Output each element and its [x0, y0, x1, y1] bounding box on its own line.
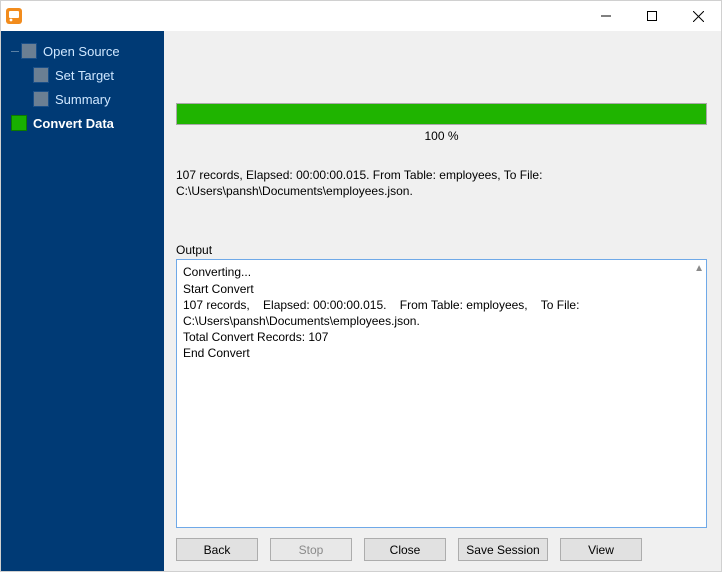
- sidebar-item-summary[interactable]: Summary: [1, 87, 164, 111]
- sidebar-item-convert-data[interactable]: Convert Data: [1, 111, 164, 135]
- status-text: 107 records, Elapsed: 00:00:00.015. From…: [176, 167, 707, 199]
- step-box-icon: [33, 91, 49, 107]
- titlebar-left: [5, 7, 29, 25]
- app-icon: [5, 7, 23, 25]
- tree-connector-icon: [11, 51, 19, 52]
- minimize-button[interactable]: [583, 1, 629, 31]
- button-row: Back Stop Close Save Session View: [176, 528, 707, 561]
- scroll-up-icon: ▲: [694, 262, 704, 276]
- maximize-button[interactable]: [629, 1, 675, 31]
- step-box-icon: [21, 43, 37, 59]
- titlebar: [1, 1, 721, 31]
- step-box-icon: [33, 67, 49, 83]
- sidebar-item-label: Summary: [55, 92, 111, 107]
- sidebar-item-label: Set Target: [55, 68, 114, 83]
- app-window: Open Source Set Target Summa: [0, 0, 722, 572]
- sidebar-item-label: Convert Data: [33, 116, 114, 131]
- output-text: Converting... Start Convert 107 records,…: [183, 265, 583, 360]
- close-window-button[interactable]: [675, 1, 721, 31]
- main-panel: 100 % 107 records, Elapsed: 00:00:00.015…: [164, 31, 721, 571]
- close-button[interactable]: Close: [364, 538, 446, 561]
- wizard-sidebar: Open Source Set Target Summa: [1, 31, 164, 571]
- back-button[interactable]: Back: [176, 538, 258, 561]
- sidebar-item-open-source[interactable]: Open Source: [1, 39, 164, 63]
- view-button[interactable]: View: [560, 538, 642, 561]
- output-textarea[interactable]: ▲ Converting... Start Convert 107 records…: [176, 259, 707, 528]
- stop-button[interactable]: Stop: [270, 538, 352, 561]
- progress-area: 100 %: [176, 103, 707, 143]
- progress-bar: [176, 103, 707, 125]
- sidebar-item-set-target[interactable]: Set Target: [1, 63, 164, 87]
- output-section: Output ▲ Converting... Start Convert 107 …: [176, 243, 707, 528]
- save-session-button[interactable]: Save Session: [458, 538, 548, 561]
- output-label: Output: [176, 243, 707, 257]
- sidebar-item-label: Open Source: [43, 44, 120, 59]
- body: Open Source Set Target Summa: [1, 31, 721, 571]
- progress-percent-label: 100 %: [176, 129, 707, 143]
- window-controls: [583, 1, 721, 31]
- step-box-icon: [11, 115, 27, 131]
- progress-fill: [177, 104, 706, 124]
